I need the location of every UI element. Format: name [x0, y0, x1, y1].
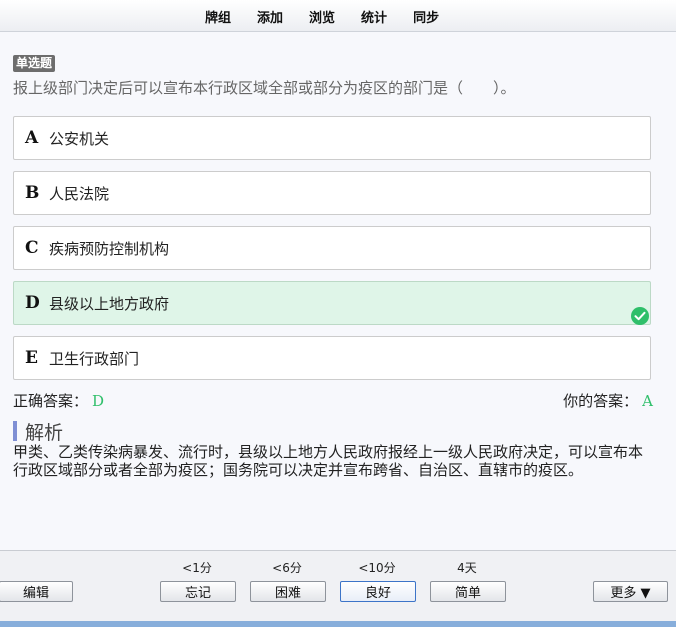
option-letter: C [25, 238, 39, 258]
easy-button[interactable]: 简单 [430, 581, 506, 602]
option-text: 人民法院 [49, 184, 110, 203]
option-letter: E [25, 348, 38, 368]
option-a[interactable]: A 公安机关 [13, 116, 651, 160]
analysis-header: 解析 [13, 420, 64, 444]
interval-easy: 4天 [457, 561, 477, 575]
option-letter: B [25, 183, 40, 203]
question-text: 报上级部门决定后可以宣布本行政区域全部或部分为疫区的部门是（ ）。 [13, 79, 516, 97]
menu-add[interactable]: 添加 [244, 7, 296, 26]
option-e[interactable]: E 卫生行政部门 [13, 336, 651, 380]
correct-answer: 正确答案： D [13, 390, 104, 411]
correct-answer-label: 正确答案： [13, 392, 89, 410]
check-icon [631, 307, 649, 325]
menu-stats[interactable]: 统计 [348, 7, 400, 26]
option-letter: A [25, 128, 39, 148]
window-bottom-strip [0, 621, 676, 627]
edit-button[interactable]: 编辑 [0, 581, 73, 602]
question-area: 单选题 报上级部门决定后可以宣布本行政区域全部或部分为疫区的部门是（ ）。 [13, 52, 653, 98]
main-menu: 牌组 添加 浏览 统计 同步 [192, 0, 452, 32]
option-text: 疾病预防控制机构 [49, 239, 170, 258]
option-text: 公安机关 [49, 129, 110, 148]
interval-again: <1分 [182, 561, 212, 575]
top-menu-bar: 牌组 添加 浏览 统计 同步 [0, 0, 676, 32]
good-button[interactable]: 良好 [340, 581, 416, 602]
your-answer: 你的答案： A [563, 390, 653, 411]
answer-summary: 正确答案： D 你的答案： A [13, 390, 653, 412]
hard-button[interactable]: 困难 [250, 581, 326, 602]
interval-hard: <6分 [272, 561, 302, 575]
option-c[interactable]: C 疾病预防控制机构 [13, 226, 651, 270]
menu-browse[interactable]: 浏览 [296, 7, 348, 26]
again-button[interactable]: 忘记 [160, 581, 236, 602]
question-type-badge: 单选题 [13, 55, 56, 72]
analysis-text: 甲类、乙类传染病暴发、流行时，县级以上地方人民政府报经上一级人民政府决定，可以宣… [13, 443, 644, 479]
menu-sync[interactable]: 同步 [400, 7, 452, 26]
option-text: 县级以上地方政府 [49, 294, 170, 313]
analysis-title: 解析 [25, 421, 64, 444]
option-d-correct[interactable]: D 县级以上地方政府 [13, 281, 651, 325]
your-answer-value: A [642, 392, 653, 410]
more-button[interactable]: 更多 ▼ [593, 581, 668, 602]
your-answer-label: 你的答案： [563, 392, 639, 410]
option-letter: D [25, 293, 40, 313]
interval-good: <10分 [358, 561, 396, 575]
correct-answer-value: D [92, 392, 105, 410]
review-bottom-bar: 编辑 <1分 忘记 <6分 困难 <10分 良好 4天 简单 更多 ▼ [0, 550, 676, 622]
menu-decks[interactable]: 牌组 [192, 7, 244, 26]
analysis-accent-bar [13, 421, 17, 441]
option-b[interactable]: B 人民法院 [13, 171, 651, 215]
option-text: 卫生行政部门 [49, 349, 140, 368]
